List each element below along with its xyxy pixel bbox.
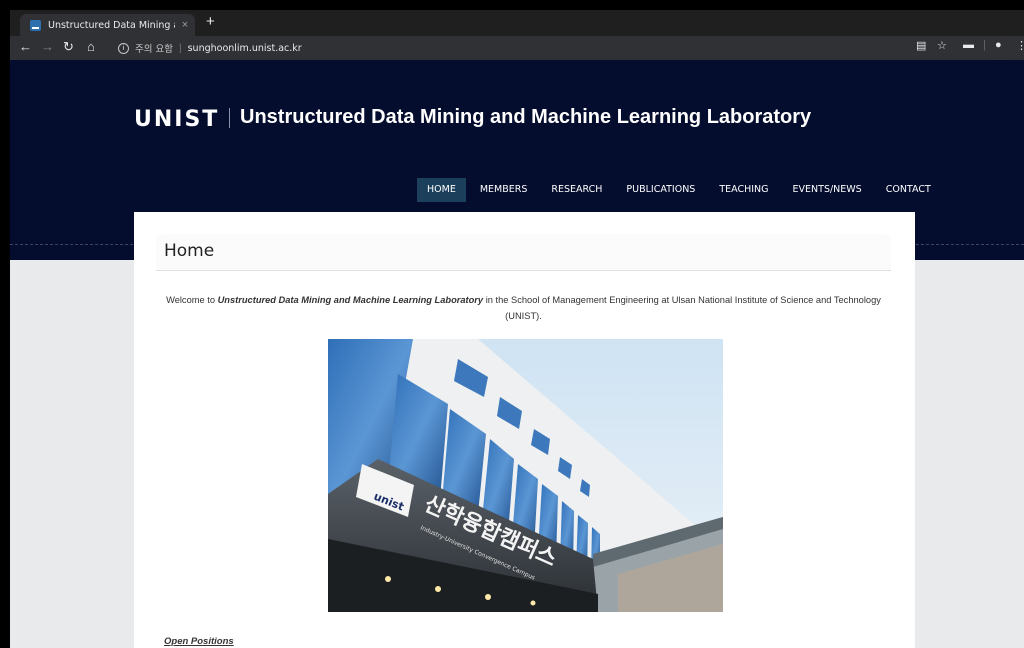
page-title: Home bbox=[164, 241, 215, 261]
extension-icon[interactable]: ▬ bbox=[963, 39, 974, 51]
browser-tab[interactable]: Unstructured Data Mining and × bbox=[20, 14, 195, 36]
bookmark-star-icon[interactable]: ☆ bbox=[937, 39, 947, 52]
browser-window: Unstructured Data Mining and × + ← → ↻ ⌂… bbox=[0, 0, 1024, 648]
browser-toolbar: ← → ↻ ⌂ i 주의 요함 | sunghoonlim.unist.ac.k… bbox=[10, 36, 1024, 60]
tab-close-icon[interactable]: × bbox=[175, 19, 195, 31]
lab-name: Unstructured Data Mining and Machine Lea… bbox=[217, 295, 484, 305]
nav-home[interactable]: HOME bbox=[417, 178, 466, 202]
menu-kebab-icon[interactable]: ⋮ bbox=[1016, 39, 1024, 52]
nav-members[interactable]: MEMBERS bbox=[470, 178, 538, 202]
address-bar[interactable]: i 주의 요함 | sunghoonlim.unist.ac.kr bbox=[114, 38, 1009, 58]
tab-title: Unstructured Data Mining and bbox=[48, 19, 175, 31]
nav-teaching[interactable]: TEACHING bbox=[709, 178, 778, 202]
welcome-prefix: Welcome to bbox=[166, 295, 218, 305]
open-positions-link[interactable]: Open Positions bbox=[164, 636, 234, 647]
welcome-suffix: in the School of Management Engineering … bbox=[483, 295, 881, 321]
welcome-text: Welcome to Unstructured Data Mining and … bbox=[156, 292, 891, 324]
unist-logo[interactable]: UNIST bbox=[134, 107, 219, 132]
reload-icon[interactable]: ↻ bbox=[63, 39, 74, 55]
page-viewport: UNIST Unstructured Data Mining and Machi… bbox=[10, 60, 1024, 648]
profile-icon[interactable]: ● bbox=[995, 39, 1002, 51]
url-text[interactable]: sunghoonlim.unist.ac.kr bbox=[188, 43, 302, 54]
nav-publications[interactable]: PUBLICATIONS bbox=[616, 178, 705, 202]
nav-events-news[interactable]: EVENTS/NEWS bbox=[783, 178, 872, 202]
omnibox-separator: | bbox=[178, 42, 182, 54]
home-icon[interactable]: ⌂ bbox=[87, 39, 95, 54]
new-tab-button[interactable]: + bbox=[206, 13, 215, 30]
translate-icon[interactable]: ▤ bbox=[916, 39, 926, 52]
campus-building-photo: unist 산학융합캠퍼스 Industry-University Conver… bbox=[328, 339, 723, 612]
title-separator bbox=[229, 108, 230, 128]
info-icon[interactable]: i bbox=[118, 42, 129, 54]
back-arrow-icon[interactable]: ← bbox=[19, 39, 32, 54]
tab-strip: Unstructured Data Mining and × + bbox=[10, 10, 1024, 36]
page-title-bar: Home bbox=[156, 234, 891, 271]
nav-contact[interactable]: CONTACT bbox=[876, 178, 941, 202]
forward-arrow-icon[interactable]: → bbox=[41, 39, 54, 54]
toolbar-divider: | bbox=[983, 39, 986, 51]
main-nav: HOME MEMBERS RESEARCH PUBLICATIONS TEACH… bbox=[417, 178, 945, 202]
home-panel: Home Welcome to Unstructured Data Mining… bbox=[156, 234, 891, 648]
site-title[interactable]: Unstructured Data Mining and Machine Lea… bbox=[240, 106, 811, 129]
nav-research[interactable]: RESEARCH bbox=[541, 178, 612, 202]
main-content: Home Welcome to Unstructured Data Mining… bbox=[134, 212, 915, 648]
security-warning[interactable]: 주의 요함 bbox=[135, 41, 173, 55]
site-favicon-icon bbox=[30, 19, 41, 31]
